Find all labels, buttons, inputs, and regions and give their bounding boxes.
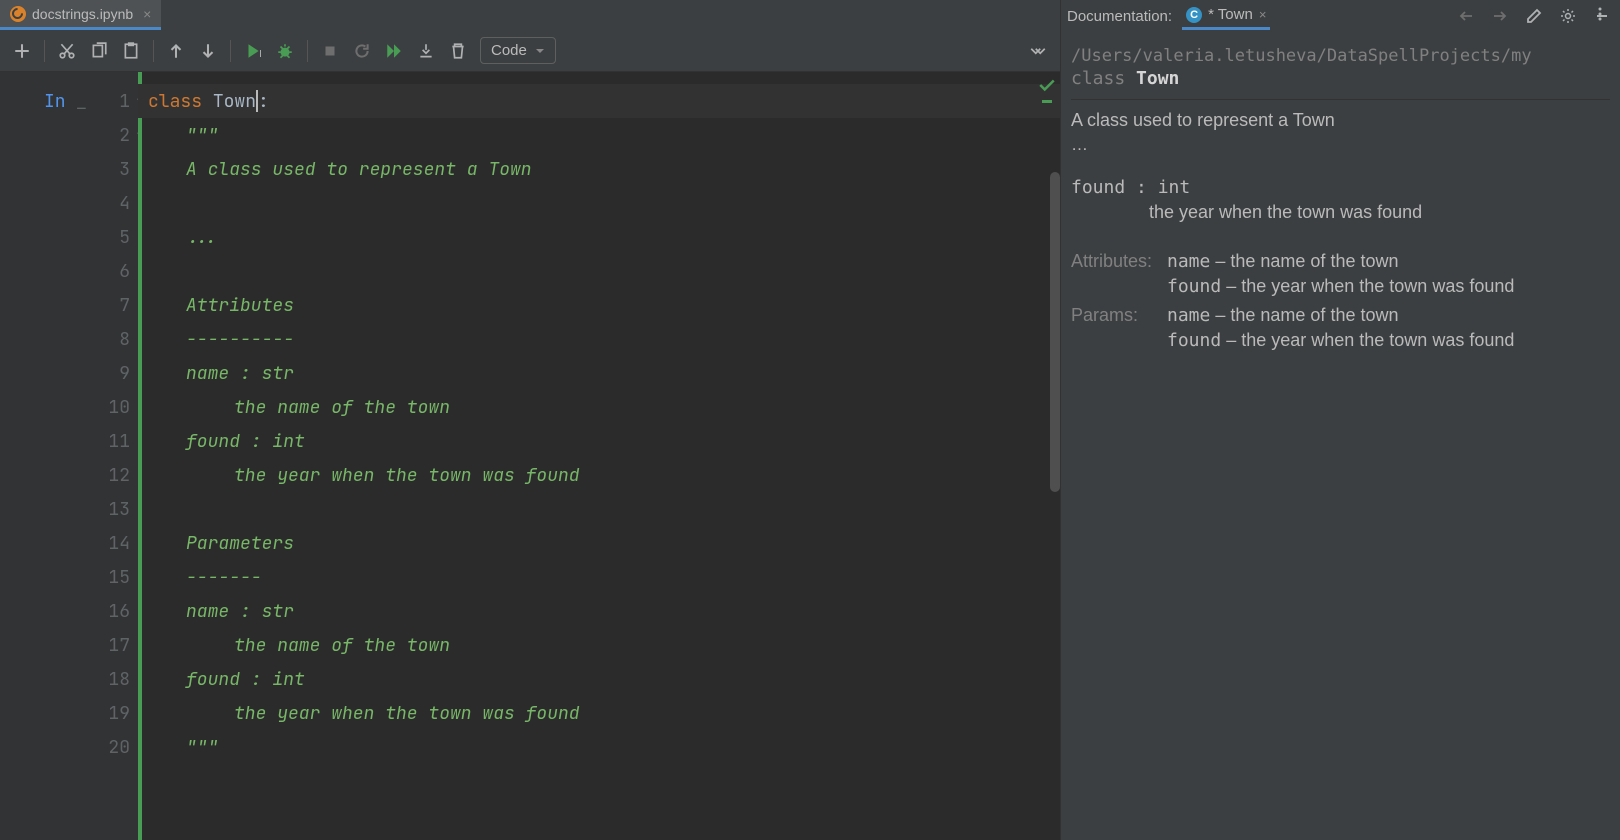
- doc-header: Documentation: C * Town ×: [1061, 0, 1620, 32]
- more-toolbar-icon[interactable]: [1024, 37, 1052, 65]
- inspection-markers: [1038, 76, 1056, 103]
- scrollbar-thumb[interactable]: [1050, 172, 1060, 492]
- doc-ellipsis: …: [1071, 135, 1610, 155]
- documentation-panel: Documentation: C * Town × /Users/valeria…: [1060, 0, 1620, 840]
- cell-type-label: Code: [491, 42, 527, 59]
- paste-button[interactable]: [117, 37, 145, 65]
- doc-file-path: /Users/valeria.letusheva/DataSpellProjec…: [1071, 46, 1610, 66]
- in-prompt: In: [44, 90, 66, 113]
- keyword: class: [148, 90, 202, 113]
- attributes-values: name – the name of the town found – the …: [1167, 251, 1610, 301]
- line-number: 10: [108, 396, 130, 419]
- tab-filename: docstrings.ipynb: [32, 6, 133, 22]
- docstring: ...: [186, 226, 218, 249]
- doc-panel-title: Documentation:: [1067, 8, 1172, 25]
- notebook-toolbar: I Code: [0, 30, 1060, 72]
- docstring: found : int: [186, 430, 305, 453]
- settings-button[interactable]: [1556, 4, 1580, 28]
- line-number: 1: [119, 90, 130, 113]
- line-number: 7: [119, 294, 130, 317]
- run-all-button[interactable]: [380, 37, 408, 65]
- code-editor[interactable]: In _ 1 2 3 4 5 6 7 8 9 10 11 12 13 14 15…: [0, 72, 1060, 840]
- line-number: 3: [119, 158, 130, 181]
- doc-table: Attributes: name – the name of the town …: [1071, 251, 1610, 355]
- line-number: 2: [119, 124, 130, 147]
- line-number: 17: [108, 634, 130, 657]
- jupyter-icon: [10, 6, 26, 22]
- file-tab[interactable]: docstrings.ipynb ×: [0, 0, 161, 30]
- doc-tab-label: * Town: [1208, 6, 1253, 23]
- docstring: name : str: [186, 362, 294, 385]
- line-number: 15: [108, 566, 130, 589]
- copy-button[interactable]: [85, 37, 113, 65]
- class-badge-icon: C: [1186, 7, 1202, 23]
- chevron-down-icon: [535, 46, 545, 56]
- code-line[interactable]: class Town:: [138, 84, 1060, 118]
- line-number: 5: [119, 226, 130, 249]
- docstring: """: [186, 124, 218, 147]
- line-number: 6: [119, 260, 130, 283]
- cell-type-dropdown[interactable]: Code: [480, 37, 556, 64]
- docstring: """: [186, 736, 218, 759]
- docstring: name : str: [186, 600, 294, 623]
- line-number: 14: [108, 532, 130, 555]
- colon: :: [258, 90, 269, 113]
- run-cell-button[interactable]: I: [239, 37, 267, 65]
- docstring: found : int: [186, 668, 305, 691]
- line-number: 8: [119, 328, 130, 351]
- doc-tab[interactable]: C * Town ×: [1182, 2, 1270, 30]
- close-icon[interactable]: ×: [1259, 7, 1267, 22]
- line-number: 13: [108, 498, 130, 521]
- line-number: 16: [108, 600, 130, 623]
- doc-description: A class used to represent a Town: [1071, 110, 1610, 131]
- docstring: Parameters: [186, 532, 294, 555]
- line-number: 20: [108, 736, 130, 759]
- change-tick: [1042, 100, 1052, 103]
- class-name: Town: [213, 90, 256, 113]
- docstring: A class used to represent a Town: [186, 158, 532, 181]
- tab-bar: docstrings.ipynb ×: [0, 0, 1060, 30]
- doc-class-signature: class Town: [1071, 68, 1610, 89]
- nav-forward-button[interactable]: [1488, 4, 1512, 28]
- clear-outputs-button[interactable]: [412, 37, 440, 65]
- kebab-icon[interactable]: [1592, 6, 1608, 27]
- move-up-button[interactable]: [162, 37, 190, 65]
- docstring: -------: [186, 566, 262, 589]
- doc-found-sig: found : int: [1071, 177, 1610, 198]
- line-number: 12: [108, 464, 130, 487]
- docstring: the name of the town: [234, 396, 450, 419]
- code-body[interactable]: class Town: """ A class used to represen…: [138, 72, 1060, 840]
- docstring: the name of the town: [234, 634, 450, 657]
- docstring: the year when the town was found: [234, 702, 580, 725]
- edit-source-button[interactable]: [1522, 4, 1546, 28]
- line-number: 18: [108, 668, 130, 691]
- doc-found-block: found : int the year when the town was f…: [1071, 177, 1610, 223]
- editor-panel: docstrings.ipynb × I: [0, 0, 1060, 840]
- gutter-row: In _ 1: [0, 84, 138, 118]
- params-values: name – the name of the town found – the …: [1167, 305, 1610, 355]
- params-label: Params:: [1071, 305, 1167, 355]
- check-icon: [1038, 76, 1056, 94]
- doc-found-desc: the year when the town was found: [1071, 202, 1610, 223]
- line-number: 19: [108, 702, 130, 725]
- close-icon[interactable]: ×: [143, 6, 151, 22]
- stop-button[interactable]: [316, 37, 344, 65]
- nav-back-button[interactable]: [1454, 4, 1478, 28]
- docstring: the year when the town was found: [234, 464, 580, 487]
- docstring: ----------: [186, 328, 294, 351]
- gutter: In _ 1 2 3 4 5 6 7 8 9 10 11 12 13 14 15…: [0, 72, 138, 840]
- line-number: 11: [108, 430, 130, 453]
- line-number: 9: [119, 362, 130, 385]
- restart-button[interactable]: [348, 37, 376, 65]
- add-cell-button[interactable]: [8, 37, 36, 65]
- debug-cell-button[interactable]: [271, 37, 299, 65]
- line-number: 4: [119, 192, 130, 215]
- in-dash: _: [76, 90, 87, 113]
- move-down-button[interactable]: [194, 37, 222, 65]
- docstring: Attributes: [186, 294, 294, 317]
- delete-cell-button[interactable]: [444, 37, 472, 65]
- attributes-label: Attributes:: [1071, 251, 1167, 301]
- doc-body: /Users/valeria.letusheva/DataSpellProjec…: [1061, 32, 1620, 840]
- cut-button[interactable]: [53, 37, 81, 65]
